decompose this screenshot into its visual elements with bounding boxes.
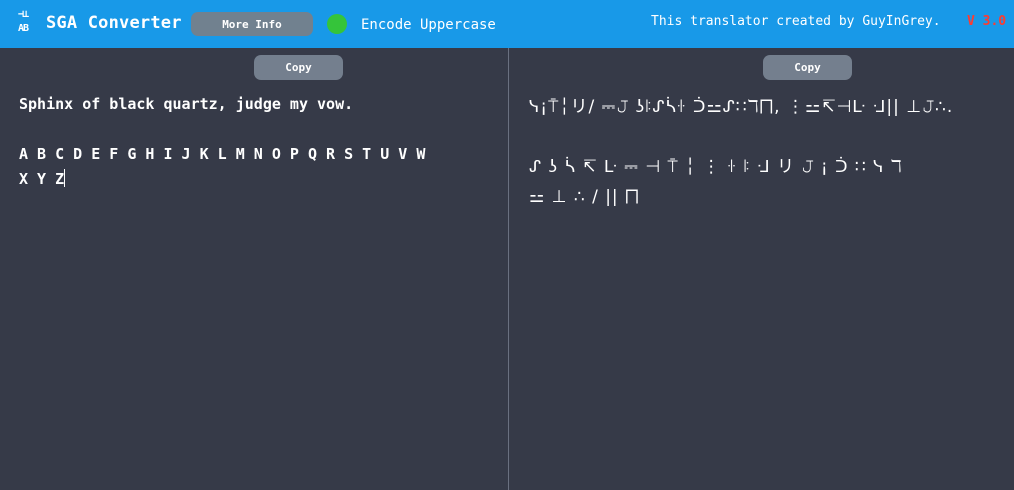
- text-cursor: [64, 169, 66, 187]
- more-info-button[interactable]: More Info: [191, 12, 313, 36]
- input-line-4: X Y Z: [19, 170, 65, 188]
- copy-input-button[interactable]: Copy: [254, 55, 343, 80]
- input-line-1: Sphinx of black quartz, judge my vow.: [19, 95, 354, 113]
- top-bar: ⊣⊥ AB SGA Converter More Info Encode Upp…: [0, 0, 1014, 48]
- logo-letters: AB: [17, 23, 29, 34]
- input-line-3: A B C D E F G H I J K L M N O P Q R S T …: [19, 145, 426, 163]
- copy-output-button[interactable]: Copy: [763, 55, 852, 80]
- encode-uppercase-label: Encode Uppercase: [361, 17, 496, 33]
- encode-uppercase-toggle[interactable]: [327, 14, 347, 34]
- plain-text-input[interactable]: Sphinx of black quartz, judge my vow. A …: [19, 92, 489, 472]
- app-title: SGA Converter: [46, 13, 182, 33]
- output-pane: Copy ᓭ¡⍑╎リ/ ⎓𝙹 ʖꖎᔑᓵꖌ ᑑ⚍ᔑ∷ℸ⨅, ⋮⚍↸⊣ᒷ ᒲ|| ⊥…: [509, 48, 1014, 490]
- version-label: V 3.0: [967, 14, 1007, 29]
- logo-glyphs: ⊣⊥: [17, 9, 29, 20]
- sga-logo: ⊣⊥ AB: [12, 8, 34, 40]
- input-pane: Copy Sphinx of black quartz, judge my vo…: [0, 48, 508, 490]
- sga-output-text[interactable]: ᓭ¡⍑╎リ/ ⎓𝙹 ʖꖎᔑᓵꖌ ᑑ⚍ᔑ∷ℸ⨅, ⋮⚍↸⊣ᒷ ᒲ|| ⊥𝙹∴. ᔑ…: [529, 92, 999, 472]
- credit-text: This translator created by GuyInGrey.: [651, 14, 941, 29]
